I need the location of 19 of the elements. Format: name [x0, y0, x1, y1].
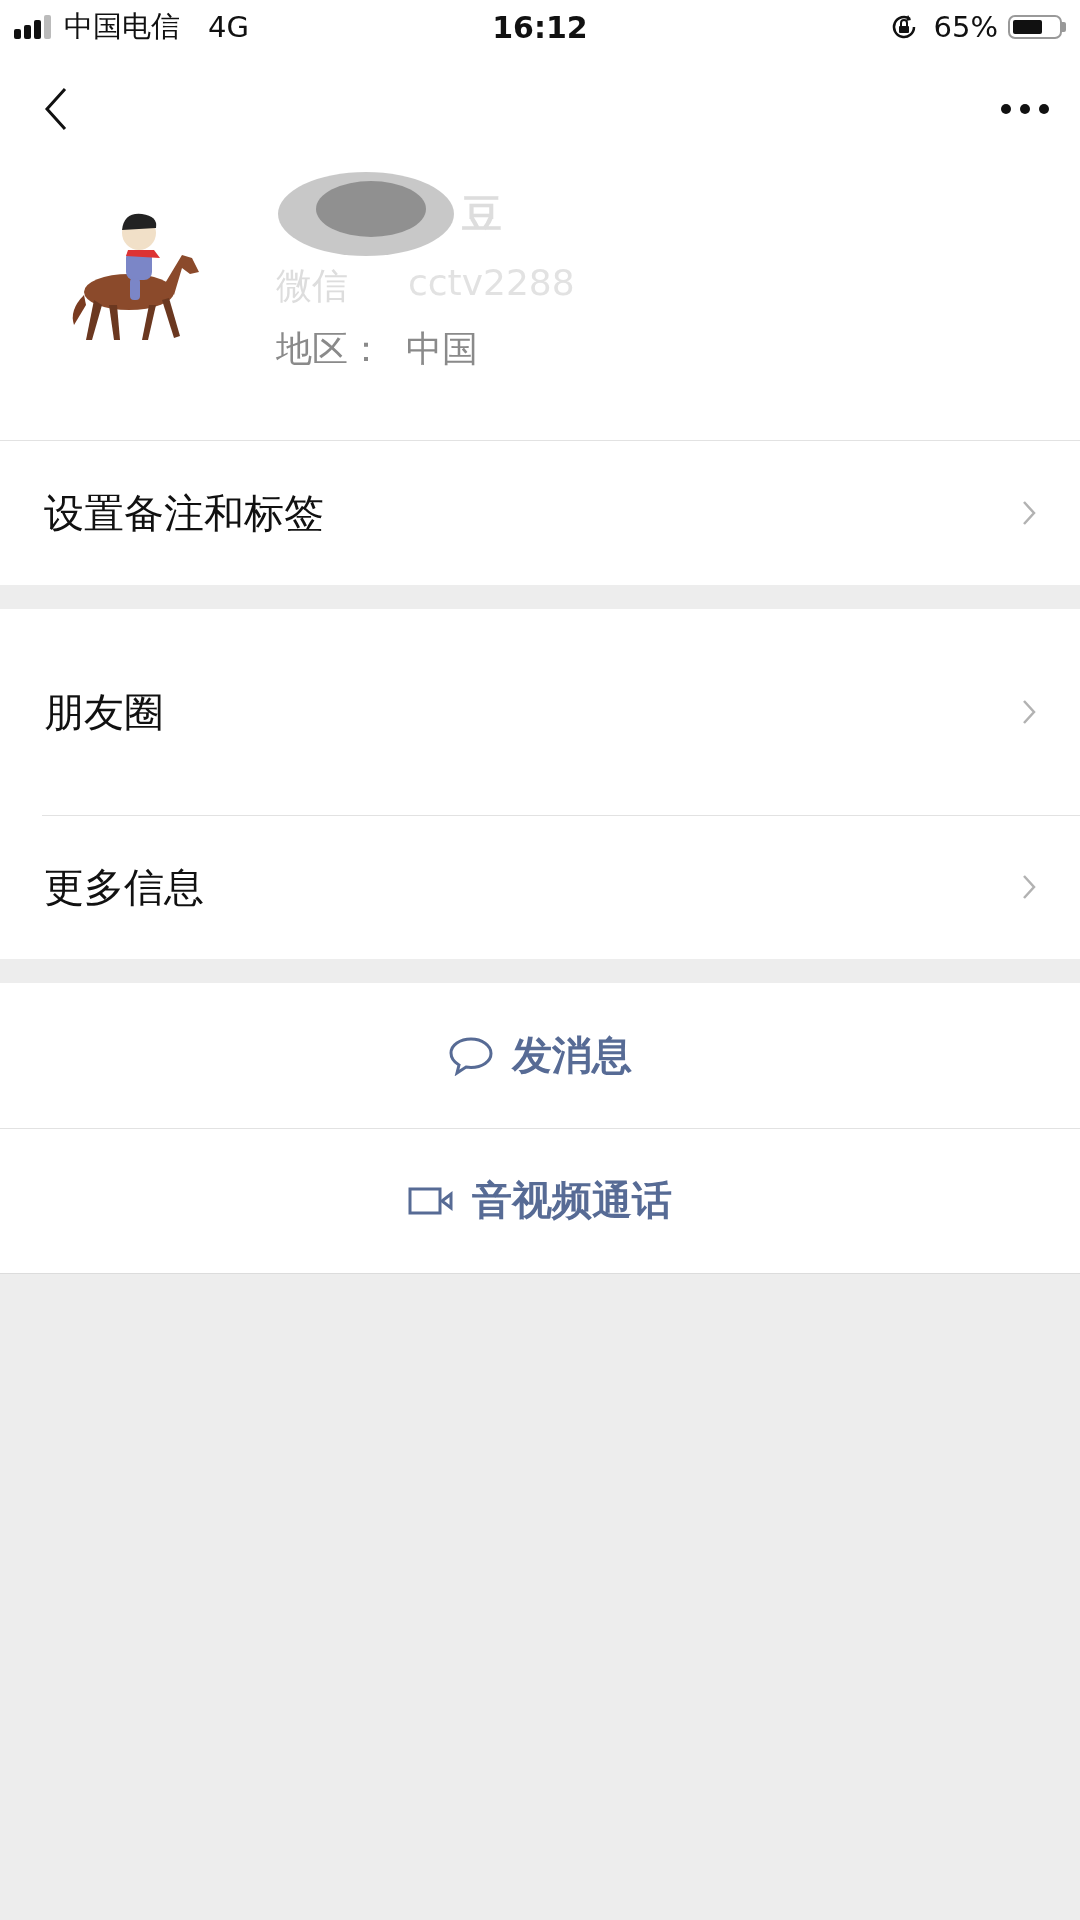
region-label: 地区：	[276, 327, 384, 371]
action-button[interactable]: 音视频通话	[0, 1128, 1080, 1273]
menu-row[interactable]: 设置备注和标签	[0, 441, 1080, 585]
more-icon[interactable]	[1000, 103, 1050, 115]
chevron-right-icon	[1022, 874, 1036, 900]
action-button[interactable]: 发消息	[0, 983, 1080, 1128]
region-value: 中国	[406, 327, 478, 371]
carrier-name: 中国电信	[64, 8, 180, 45]
chat-bubble-icon	[448, 1035, 494, 1076]
clock-time: 16:12	[492, 9, 588, 45]
network-type: 4G	[208, 10, 249, 44]
back-icon[interactable]	[44, 87, 68, 131]
battery-icon	[1008, 15, 1066, 39]
menu-row[interactable]: 朋友圈	[0, 609, 1080, 815]
battery-percent: 65%	[933, 10, 998, 44]
signal-icon	[14, 15, 54, 39]
menu-row[interactable]: 更多信息	[0, 815, 1080, 959]
chevron-right-icon	[1022, 699, 1036, 725]
chevron-right-icon	[1022, 500, 1036, 526]
